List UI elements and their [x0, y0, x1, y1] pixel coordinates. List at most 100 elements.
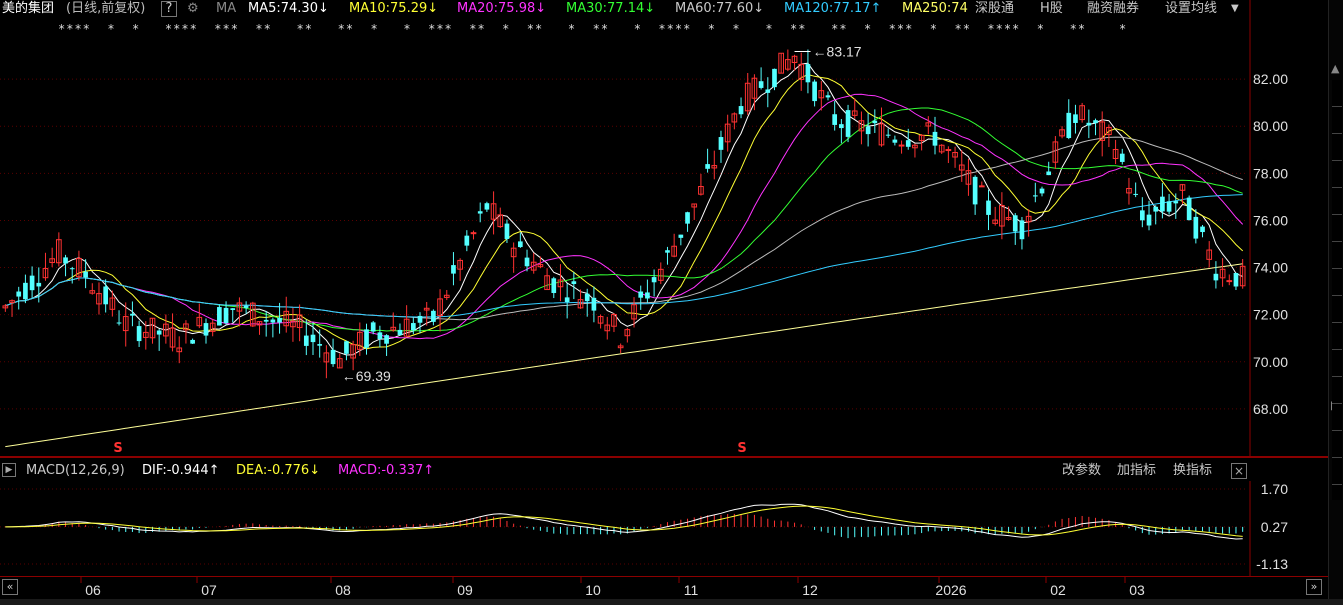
- candle-body: [1012, 215, 1018, 232]
- horizontal-scrollbar[interactable]: [0, 599, 1343, 605]
- add-indicator-button[interactable]: 加指标: [1117, 461, 1156, 481]
- candle-body: [718, 137, 724, 150]
- low-price-label: ←69.39: [342, 368, 391, 384]
- candle-body: [1146, 214, 1152, 226]
- candle-body: [524, 257, 530, 267]
- candle-body: [678, 234, 684, 238]
- candle-body: [905, 140, 911, 147]
- candle-body: [898, 144, 905, 147]
- macd-chart[interactable]: 1.70 0.27 -1.13: [0, 481, 1328, 576]
- ma250-line: [5, 263, 1243, 448]
- candle-body: [217, 307, 222, 326]
- y-tick-label: 78.00: [1253, 165, 1288, 181]
- candle-body: [705, 164, 710, 169]
- s-marker-icon: S: [113, 441, 122, 456]
- price-chart[interactable]: 82.00 80.00 78.00 76.00 74.00 72.00 70.00 68.00…: [0, 0, 1328, 456]
- ma60-line: [5, 136, 1243, 321]
- candle-body: [1119, 153, 1125, 162]
- candle-body: [738, 106, 744, 115]
- x-tick-label-06: 06: [85, 582, 101, 598]
- candle-body: [665, 250, 670, 253]
- candle-body: [29, 275, 35, 291]
- s-marker-icon: S: [737, 441, 746, 456]
- close-indicator-icon[interactable]: ×: [1231, 463, 1247, 479]
- time-axis: 06 07 08 09 10 11 12 2026 02 03: [80, 577, 1145, 598]
- candle-body: [156, 330, 162, 335]
- candle-body: [103, 286, 109, 305]
- macd-y-tick: 0.27: [1261, 519, 1288, 535]
- candle-body: [1153, 206, 1159, 212]
- panel-divider[interactable]: [0, 456, 1328, 458]
- high-price-label: ←83.17: [813, 44, 862, 60]
- ma10-line: [5, 73, 1244, 350]
- stock-chart-window: 美的集团 (日线,前复权) ? ⚙ MA MA5:74.30↓ MA10:75.2…: [0, 0, 1343, 605]
- candle-body: [1133, 193, 1138, 195]
- candle-body: [1046, 171, 1052, 176]
- change-params-button[interactable]: 改参数: [1062, 461, 1101, 481]
- candle-body: [136, 326, 142, 342]
- scroll-right-icon[interactable]: »: [1306, 579, 1322, 595]
- candle-body: [1073, 114, 1078, 123]
- candle-body: [839, 124, 844, 129]
- candle-body: [645, 292, 650, 299]
- y-tick-label: 70.00: [1253, 354, 1288, 370]
- candle-body: [584, 293, 590, 302]
- candle-body: [36, 282, 42, 287]
- candle-body: [377, 332, 383, 339]
- candle-body: [484, 203, 490, 210]
- macd-arrow-icon: ↑: [423, 463, 435, 478]
- switch-indicator-button[interactable]: 换指标: [1173, 461, 1212, 481]
- up-arrow-icon[interactable]: ▲: [1331, 62, 1339, 75]
- candle-body: [765, 89, 771, 93]
- candle-body: [417, 315, 423, 323]
- candle-body: [1173, 201, 1179, 204]
- candle-body: [1093, 120, 1098, 124]
- dea-text: DEA:-0.776: [236, 463, 310, 478]
- candle-body: [945, 149, 952, 152]
- macd-params[interactable]: MACD(12,26,9): [26, 461, 125, 481]
- candle-body: [223, 307, 229, 324]
- dif-arrow-icon: ↑: [208, 463, 220, 478]
- candle-body: [370, 322, 376, 332]
- candle-body: [310, 334, 316, 343]
- candle-body: [116, 322, 122, 324]
- candle-body: [270, 319, 276, 323]
- candle-body: [551, 278, 557, 294]
- candle-body: [1200, 226, 1205, 233]
- candle-body: [344, 341, 349, 354]
- ma20-line: [5, 93, 1244, 340]
- x-tick-label-09: 09: [457, 582, 473, 598]
- candle-body: [16, 291, 22, 297]
- candle-body: [277, 317, 282, 323]
- x-tick-label-10: 10: [585, 582, 601, 598]
- y-tick-label: 76.00: [1253, 212, 1288, 228]
- candle-body: [812, 81, 817, 102]
- y-tick-label: 82.00: [1253, 71, 1288, 87]
- scroll-left-icon[interactable]: «: [2, 579, 18, 595]
- macd-header: ▶ MACD(12,26,9) DIF:-0.944↑ DEA:-0.776↓ …: [0, 461, 1343, 481]
- macd-value: MACD:-0.337↑: [338, 461, 434, 481]
- candle-body: [243, 305, 249, 308]
- collapse-icon[interactable]: ▶: [2, 463, 16, 477]
- x-tick-label-03: 03: [1129, 582, 1145, 598]
- candle-body: [1233, 273, 1239, 287]
- candle-body: [865, 126, 871, 135]
- candle-body: [303, 335, 309, 346]
- candle-body: [230, 308, 236, 311]
- candle-body: [317, 344, 323, 346]
- x-tick-label-07: 07: [201, 582, 217, 598]
- candle-body: [1226, 280, 1233, 283]
- candle-body: [1193, 216, 1199, 239]
- candle-body: [23, 282, 28, 300]
- candle-body: [464, 235, 470, 246]
- dif-text: DIF:-0.944: [142, 463, 209, 478]
- candle-body: [1160, 196, 1165, 212]
- tick-marks: [1332, 80, 1342, 500]
- x-tick-label-08: 08: [335, 582, 351, 598]
- candle-body: [83, 271, 88, 278]
- candle-body: [885, 134, 891, 136]
- x-tick-label-11: 11: [684, 582, 699, 598]
- candle-body: [203, 323, 209, 336]
- candle-body: [845, 110, 851, 137]
- y-tick-label: 74.00: [1253, 260, 1288, 276]
